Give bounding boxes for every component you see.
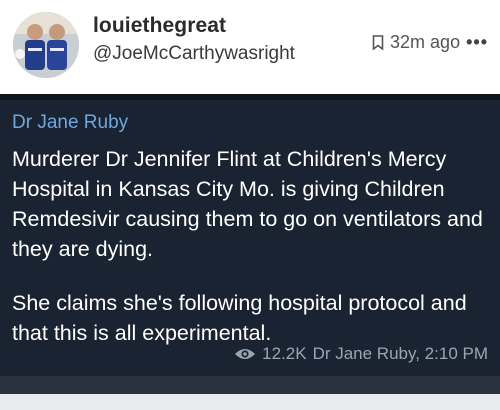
channel-name: Dr Jane Ruby xyxy=(12,112,129,133)
embedded-message-screenshot: Dr Jane Ruby Murderer Dr Jennifer Flint … xyxy=(0,94,500,394)
post-header: louiethegreat @JoeMcCarthywasright 32m a… xyxy=(0,0,500,92)
user-handle[interactable]: @JoeMcCarthywasright xyxy=(93,43,295,65)
view-count: 12.2K xyxy=(262,344,307,363)
message-paragraph: She claims she's following hospital prot… xyxy=(12,291,467,345)
post-time: 32m ago xyxy=(390,32,461,52)
username[interactable]: louiethegreat xyxy=(93,14,226,38)
post-meta: 32m ago ••• xyxy=(372,32,488,53)
more-dots-icon[interactable]: ••• xyxy=(466,32,488,53)
embed-bottom-bar xyxy=(0,376,500,394)
message-paragraph: Murderer Dr Jennifer Flint at Children's… xyxy=(12,147,483,261)
bookmark-icon[interactable] xyxy=(372,35,384,50)
eye-icon xyxy=(235,349,256,359)
avatar-image xyxy=(13,12,79,78)
message-author-time: Dr Jane Ruby, 2:10 PM xyxy=(312,344,488,363)
message-meta: 12.2K Dr Jane Ruby, 2:10 PM xyxy=(234,344,488,364)
avatar[interactable] xyxy=(13,12,79,78)
page-divider xyxy=(0,394,500,410)
message-body: Murderer Dr Jennifer Flint at Children's… xyxy=(12,144,494,348)
